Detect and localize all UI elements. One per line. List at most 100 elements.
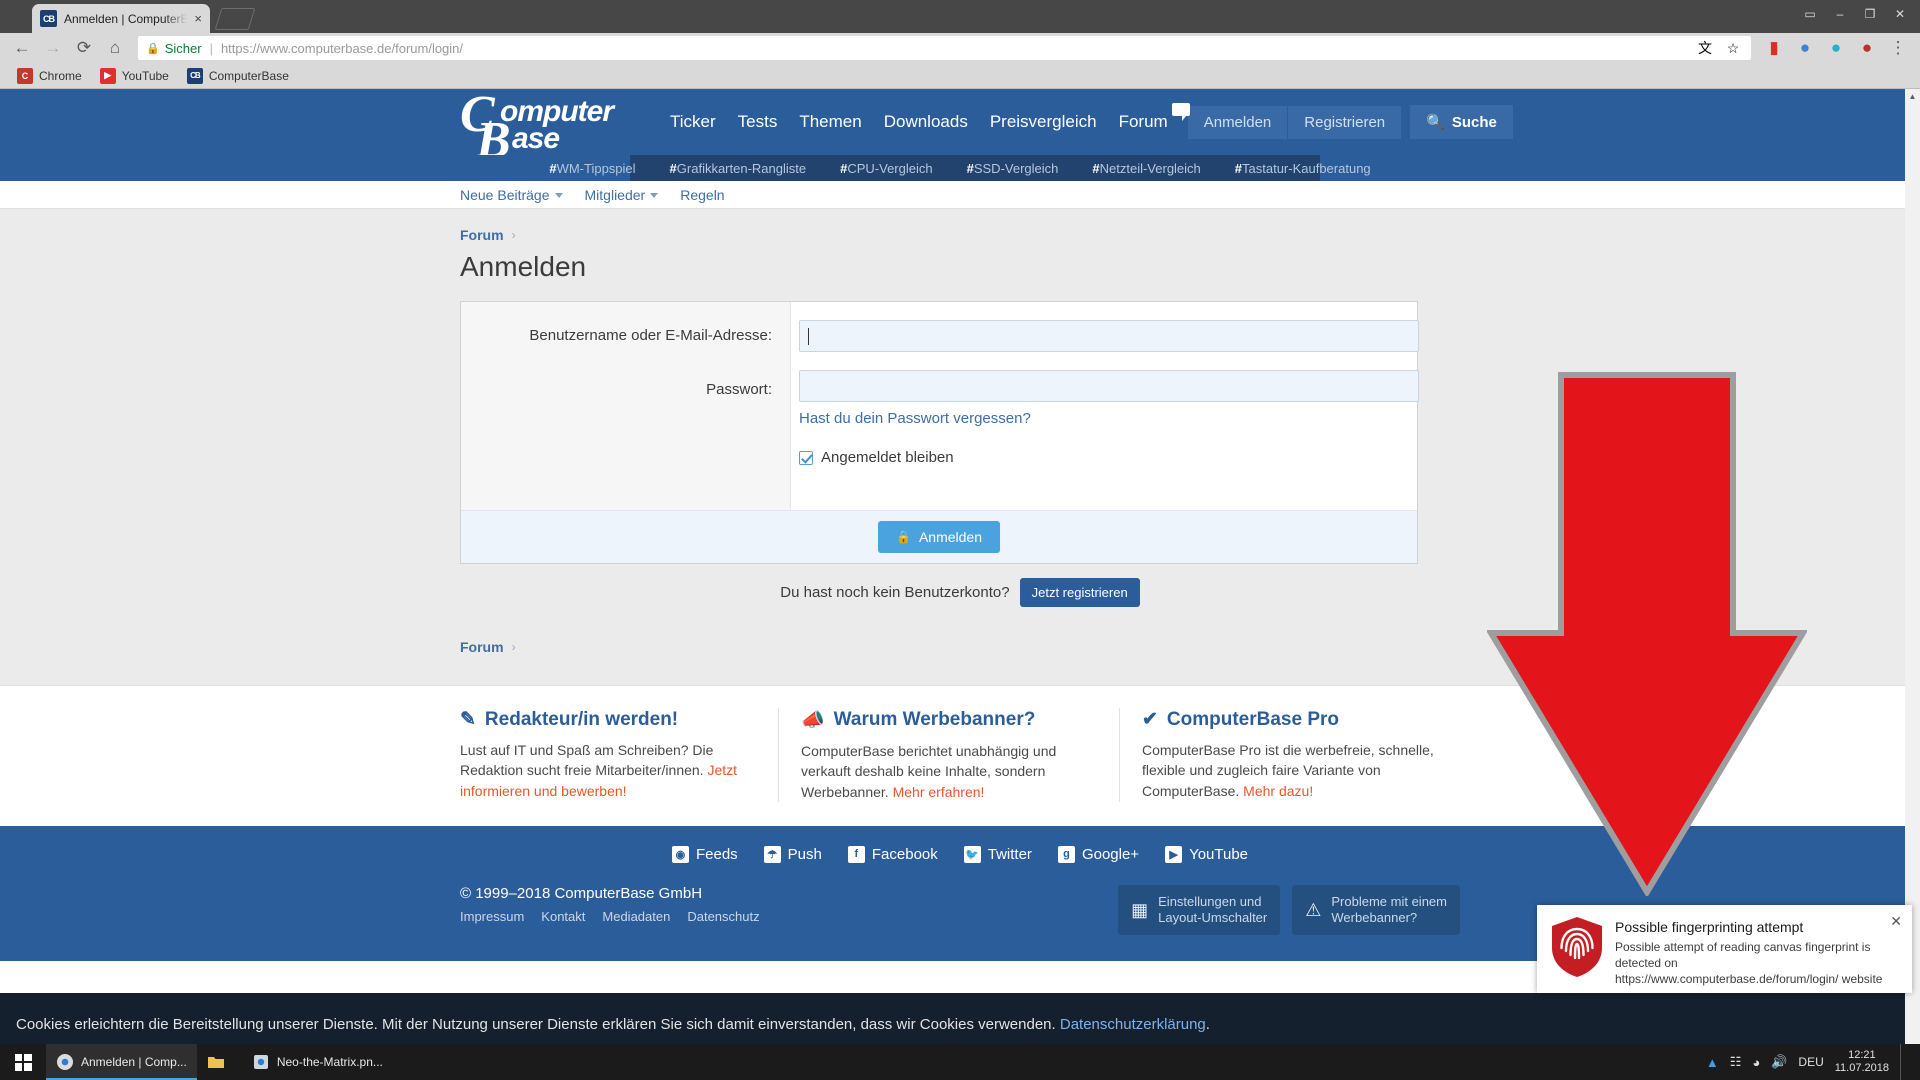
remember-me-row[interactable]: Angemeldet bleiben — [799, 427, 1419, 480]
googleplus-icon: g — [1058, 846, 1075, 863]
social-facebook[interactable]: fFacebook — [848, 846, 938, 863]
nav-item-downloads[interactable]: Downloads — [884, 112, 968, 132]
promo-body-text: Lust auf IT und Spaß am Schreiben? Die R… — [460, 742, 713, 778]
username-input[interactable] — [799, 320, 1419, 352]
social-feeds[interactable]: ◉Feeds — [672, 846, 738, 863]
header-register-button[interactable]: Registrieren — [1287, 106, 1401, 139]
tag-wm-tippspiel[interactable]: #WM-Tippspiel — [549, 161, 635, 176]
legal-impressum[interactable]: Impressum — [460, 909, 524, 924]
breadcrumb-bottom-forum-link[interactable]: Forum — [460, 639, 504, 655]
tag-tastatur-kaufberatung[interactable]: #Tastatur-Kaufberatung — [1235, 161, 1371, 176]
system-tray: ▲ ☷ ◕ 🔊 DEU 12:21 11.07.2018 — [1706, 1044, 1920, 1080]
promo-link[interactable]: Mehr erfahren! — [893, 784, 985, 800]
social-youtube[interactable]: ▶YouTube — [1165, 846, 1248, 863]
translate-icon[interactable]: 文 — [1695, 38, 1715, 58]
remember-me-checkbox[interactable] — [799, 451, 813, 465]
cookie-privacy-link[interactable]: Datenschutzerklärung — [1060, 1016, 1206, 1033]
breadcrumb-forum-link[interactable]: Forum — [460, 227, 504, 243]
forward-icon[interactable]: → — [39, 35, 67, 61]
bookmark-chrome[interactable]: C Chrome — [10, 66, 89, 86]
bookmark-star-icon[interactable]: ☆ — [1723, 38, 1743, 58]
taskbar-item-explorer[interactable] — [197, 1044, 242, 1080]
tag-netzteil-vergleich[interactable]: #Netzteil-Vergleich — [1092, 161, 1200, 176]
toast-close-icon[interactable]: ✕ — [1890, 913, 1902, 930]
bookmark-youtube[interactable]: ▶ YouTube — [93, 66, 176, 86]
social-label: Google+ — [1082, 846, 1139, 863]
social-push[interactable]: ☂Push — [764, 846, 822, 863]
new-tab-button[interactable] — [215, 8, 256, 30]
tag-cpu-vergleich[interactable]: #CPU-Vergleich — [840, 161, 933, 176]
subnav-mitglieder[interactable]: Mitglieder — [585, 187, 659, 203]
show-desktop-button[interactable] — [1900, 1044, 1908, 1080]
submit-login-button[interactable]: 🔒 Anmelden — [878, 521, 1000, 553]
legal-datenschutz[interactable]: Datenschutz — [687, 909, 759, 924]
start-button[interactable] — [0, 1044, 46, 1080]
warning-icon: ⚠ — [1305, 899, 1321, 922]
bluetooth-icon[interactable]: ▲ — [1706, 1055, 1719, 1070]
wifi-icon[interactable]: ◕ — [1752, 1055, 1760, 1070]
chrome-menu-icon[interactable]: ⋮ — [1884, 35, 1912, 61]
twitter-icon: 🐦 — [964, 846, 981, 863]
profile-avatar-icon[interactable]: ● — [1853, 35, 1881, 61]
tag-grafikkarten-rangliste[interactable]: #Grafikkarten-Rangliste — [670, 161, 807, 176]
subnav-neue-beitraege[interactable]: Neue Beiträge — [460, 187, 563, 203]
taskbar-item-chrome[interactable]: Anmelden | Comp... — [46, 1044, 197, 1080]
bookmark-label: Chrome — [39, 69, 82, 83]
language-indicator[interactable]: DEU — [1798, 1055, 1823, 1069]
subnav-regeln[interactable]: Regeln — [680, 187, 724, 203]
volume-icon[interactable]: 🔊 — [1771, 1054, 1787, 1070]
nav-item-tests[interactable]: Tests — [738, 112, 778, 132]
tab-favicon: CB — [40, 10, 57, 27]
nav-item-forum[interactable]: Forum — [1119, 112, 1168, 132]
social-googleplus[interactable]: g Google+ — [1058, 846, 1139, 863]
url-path: /forum/login/ — [391, 41, 463, 56]
social-twitter[interactable]: 🐦Twitter — [964, 846, 1032, 863]
promo-body: ComputerBase berichtet unabhängig und ve… — [801, 741, 1097, 802]
clock[interactable]: 12:21 11.07.2018 — [1835, 1049, 1889, 1075]
social-label: Push — [788, 846, 822, 863]
copyright-text: © 1999–2018 ComputerBase GmbH — [460, 885, 760, 902]
taskbar-item-image[interactable]: Neo-the-Matrix.pn... — [242, 1044, 393, 1080]
breadcrumb-bottom: Forum › — [460, 639, 1460, 655]
text-caret — [808, 328, 809, 345]
label-spacer — [461, 460, 790, 510]
back-icon[interactable]: ← — [8, 35, 36, 61]
legal-kontakt[interactable]: Kontakt — [541, 909, 585, 924]
tab-close-icon[interactable]: × — [194, 11, 202, 26]
user-profile-icon[interactable]: ▭ — [1796, 3, 1824, 25]
reload-icon[interactable]: ⟳ — [70, 35, 98, 61]
extension-teal-icon[interactable]: ● — [1822, 35, 1850, 61]
breadcrumb: Forum › — [460, 227, 1460, 243]
tag-ssd-vergleich[interactable]: #SSD-Vergleich — [967, 161, 1059, 176]
subnav-label: Neue Beiträge — [460, 187, 550, 203]
forgot-password-link[interactable]: Hast du dein Passwort vergessen? — [799, 410, 1419, 427]
close-icon[interactable]: ✕ — [1886, 3, 1914, 25]
settings-layout-button[interactable]: ▦ Einstellungen und Layout-Umschalter — [1118, 885, 1280, 936]
toast-title: Possible fingerprinting attempt — [1615, 919, 1900, 935]
network-status-icon[interactable]: ☷ — [1730, 1054, 1742, 1070]
browser-tab[interactable]: CB Anmelden | ComputerBas × — [32, 4, 210, 33]
fingerprint-notification: Possible fingerprinting attempt Possible… — [1537, 905, 1912, 993]
hash-symbol: # — [1092, 161, 1099, 176]
extension-blue-icon[interactable]: ● — [1791, 35, 1819, 61]
nav-item-ticker[interactable]: Ticker — [670, 112, 716, 132]
header-search-button[interactable]: 🔍 Suche — [1409, 105, 1513, 139]
nav-item-themen[interactable]: Themen — [799, 112, 861, 132]
password-input[interactable] — [799, 370, 1419, 402]
scroll-up-icon[interactable]: ▲ — [1905, 89, 1920, 104]
header-login-button[interactable]: Anmelden — [1188, 106, 1288, 139]
maximize-icon[interactable]: ❐ — [1856, 3, 1884, 25]
minimize-icon[interactable]: – — [1826, 3, 1854, 25]
promo-link[interactable]: Mehr dazu! — [1243, 783, 1313, 799]
extension-red-icon[interactable]: ▮ — [1760, 35, 1788, 61]
site-logo[interactable]: C B omputer ase — [460, 93, 660, 155]
address-bar[interactable]: 🔒 Sicher | https://www.computerbase.de/f… — [138, 36, 1751, 60]
home-icon[interactable]: ⌂ — [101, 35, 129, 61]
ad-problem-button[interactable]: ⚠ Probleme mit einem Werbebanner? — [1292, 885, 1460, 936]
register-now-button[interactable]: Jetzt registrieren — [1020, 578, 1140, 607]
window-controls: ▭ – ❐ ✕ — [1796, 0, 1914, 28]
nav-item-preisvergleich[interactable]: Preisvergleich — [990, 112, 1097, 132]
tag-label: Tastatur-Kaufberatung — [1242, 161, 1371, 176]
bookmark-computerbase[interactable]: CB ComputerBase — [180, 66, 296, 86]
legal-mediadaten[interactable]: Mediadaten — [602, 909, 670, 924]
